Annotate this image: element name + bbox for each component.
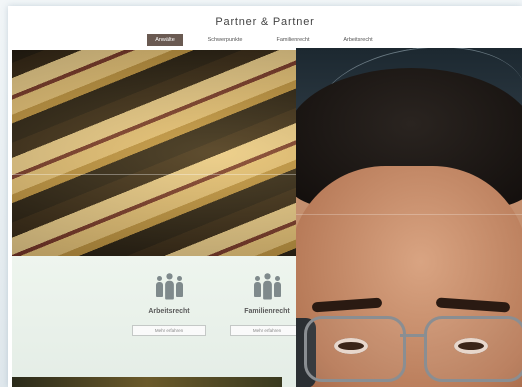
service-card-arbeitsrecht: Arbeitsrecht Mehr erfahren [124, 270, 214, 337]
nav-item-arbeitsrecht[interactable]: Arbeitsrecht [336, 34, 380, 46]
photo-divider [296, 214, 522, 215]
people-group-icon [124, 270, 214, 301]
glasses-bridge [400, 334, 426, 337]
nav-item-familienrecht[interactable]: Familienrecht [270, 34, 316, 46]
site-title: Partner & Partner [215, 16, 315, 28]
person-icon [164, 273, 174, 301]
person-icon [273, 276, 281, 298]
person-icon [262, 273, 272, 301]
person-icon [175, 276, 183, 298]
nav-item-schwerpunkte[interactable]: Schwerpunkte [202, 34, 248, 46]
nav-item-anwaelte[interactable]: Anwälte [147, 34, 183, 46]
photo-eye-left [334, 338, 368, 354]
footer-image-strip [12, 377, 282, 387]
main-navigation: Anwälte Schwerpunkte Familienrecht Arbei… [8, 34, 522, 48]
service-title: Arbeitsrecht [148, 308, 190, 315]
more-info-button[interactable]: Mehr erfahren [230, 325, 304, 336]
person-icon [155, 276, 163, 298]
overlay-photo-person [296, 48, 522, 387]
photo-eye-right [454, 338, 488, 354]
more-info-button[interactable]: Mehr erfahren [132, 325, 206, 336]
person-icon [253, 276, 261, 298]
